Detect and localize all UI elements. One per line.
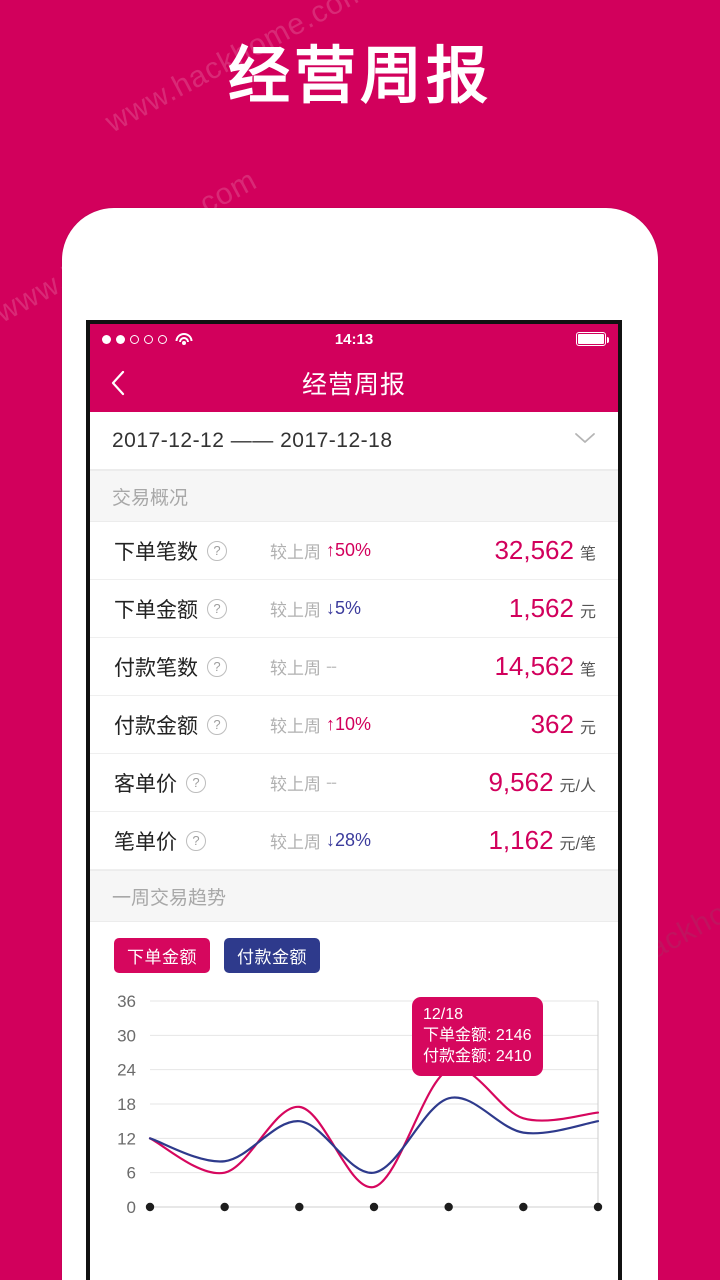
metric-unit: 元	[579, 604, 596, 621]
compare-label: 较上周	[270, 775, 321, 794]
metric-name-label: 付款笔数	[114, 656, 198, 680]
metric-name-label: 客单价	[114, 772, 177, 796]
metric-row[interactable]: 付款金额 ? 较上周 ↑10% 362 元	[90, 696, 618, 754]
nav-title: 经营周报	[301, 371, 406, 399]
status-bar: 14:13	[90, 324, 618, 354]
metric-unit: 元/笔	[559, 836, 596, 853]
chart-series-line	[148, 1096, 600, 1174]
metric-delta: --	[326, 656, 337, 676]
status-bar-right	[576, 332, 610, 346]
metric-delta: ↓5%	[326, 598, 362, 618]
metric-unit: 元/人	[559, 778, 596, 795]
metric-comparison: 较上周 ↑10%	[270, 712, 531, 737]
metric-value: 9,562	[488, 767, 554, 797]
question-circle-icon[interactable]: ?	[186, 772, 206, 793]
metric-unit: 笔	[579, 662, 596, 679]
metric-value-group: 1,162 元/笔	[488, 825, 596, 856]
legend-item-payment-amount[interactable]: 付款金额	[224, 938, 320, 973]
chart-legend: 下单金额 付款金额	[90, 922, 618, 977]
chart-series-line	[148, 1066, 600, 1189]
x-axis-point-marker[interactable]	[295, 1202, 304, 1212]
date-range-text: 2017-12-12 —— 2017-12-18	[112, 428, 393, 452]
question-circle-icon[interactable]: ?	[207, 656, 227, 677]
metric-delta: --	[326, 772, 337, 792]
x-axis-point-marker[interactable]	[593, 1202, 603, 1212]
y-axis-tick-label: 6	[127, 1164, 136, 1183]
chart-tooltip: 12/18 下单金额: 2146 付款金额: 2410	[412, 997, 543, 1077]
metric-name-label: 下单笔数	[114, 540, 198, 564]
metric-comparison: 较上周 --	[270, 654, 494, 679]
question-circle-icon[interactable]: ?	[186, 830, 206, 851]
x-axis-point-marker[interactable]	[519, 1202, 528, 1212]
page-title: 经营周报	[227, 42, 492, 111]
metric-name: 下单笔数 ?	[114, 536, 270, 566]
metric-value: 14,562	[494, 651, 574, 681]
x-axis-point-marker[interactable]	[444, 1202, 453, 1212]
metric-value-group: 362 元	[531, 709, 596, 740]
section-header-overview: 交易概况	[90, 470, 618, 522]
y-axis-tick-label: 36	[117, 992, 136, 1011]
phone-screen: 14:13 经营周报 2017-12-12 —— 2017-12-18 交易概况…	[86, 320, 622, 1280]
metric-delta: ↓28%	[326, 830, 372, 850]
question-circle-icon[interactable]: ?	[207, 540, 227, 561]
x-axis-point-marker[interactable]	[145, 1202, 155, 1212]
y-axis-tick-label: 18	[117, 1095, 136, 1114]
y-axis-tick-label: 12	[117, 1129, 136, 1148]
metric-value-group: 14,562 笔	[494, 651, 596, 682]
metric-delta: ↑50%	[326, 540, 372, 560]
metric-name: 下单金额 ?	[114, 594, 270, 624]
metric-value-group: 32,562 笔	[494, 535, 596, 566]
metric-name: 客单价 ?	[114, 768, 270, 798]
y-axis-tick-label: 24	[117, 1061, 136, 1080]
metric-name-label: 笔单价	[114, 830, 177, 854]
battery-full-icon	[576, 332, 610, 346]
metric-row[interactable]: 笔单价 ? 较上周 ↓28% 1,162 元/笔	[90, 812, 618, 870]
section-header-overview-label: 交易概况	[112, 487, 189, 509]
section-header-trend-label: 一周交易趋势	[112, 887, 227, 909]
metric-name: 付款笔数 ?	[114, 652, 270, 682]
metric-value: 1,162	[488, 825, 554, 855]
metric-name-label: 下单金额	[114, 598, 198, 622]
date-range-selector[interactable]: 2017-12-12 —— 2017-12-18	[90, 412, 618, 470]
metric-value: 32,562	[494, 535, 574, 565]
metric-comparison: 较上周 ↓5%	[270, 596, 509, 621]
question-circle-icon[interactable]: ?	[207, 598, 227, 619]
metric-row[interactable]: 付款笔数 ? 较上周 -- 14,562 笔	[90, 638, 618, 696]
chevron-down-icon	[574, 431, 596, 450]
y-axis-tick-label: 30	[117, 1026, 136, 1045]
metric-name: 付款金额 ?	[114, 710, 270, 740]
metric-name: 笔单价 ?	[114, 826, 270, 856]
legend-item-order-amount[interactable]: 下单金额	[114, 938, 210, 973]
metric-row[interactable]: 下单笔数 ? 较上周 ↑50% 32,562 笔	[90, 522, 618, 580]
compare-label: 较上周	[270, 833, 321, 852]
tooltip-order-amount: 下单金额: 2146	[423, 1027, 532, 1045]
metric-row[interactable]: 下单金额 ? 较上周 ↓5% 1,562 元	[90, 580, 618, 638]
x-axis-point-marker[interactable]	[220, 1202, 229, 1212]
metric-value-group: 1,562 元	[509, 593, 596, 624]
trend-chart[interactable]: 0 6 12 18 24 30 36 12/18 下单金额: 2146 付款金额: 2410	[90, 977, 618, 1241]
metric-value-group: 9,562 元/人	[488, 767, 596, 798]
status-bar-time: 14:13	[334, 330, 374, 348]
compare-label: 较上周	[270, 659, 321, 678]
metric-unit: 元	[579, 720, 596, 737]
metric-unit: 笔	[579, 546, 596, 563]
x-axis-point-marker[interactable]	[369, 1202, 379, 1212]
metric-comparison: 较上周 --	[270, 770, 488, 795]
metric-comparison: 较上周 ↑50%	[270, 538, 494, 563]
metric-row[interactable]: 客单价 ? 较上周 -- 9,562 元/人	[90, 754, 618, 812]
metric-value: 362	[530, 709, 574, 739]
y-axis-tick-label: 0	[127, 1198, 136, 1217]
compare-label: 较上周	[270, 717, 321, 736]
nav-bar: 经营周报	[90, 354, 618, 412]
metric-name-label: 付款金额	[114, 714, 198, 738]
question-circle-icon[interactable]: ?	[207, 714, 227, 735]
metric-comparison: 较上周 ↓28%	[270, 828, 488, 853]
metric-value: 1,562	[508, 593, 574, 623]
tooltip-payment-amount: 付款金额: 2410	[423, 1048, 532, 1066]
metric-delta: ↑10%	[326, 714, 372, 734]
compare-label: 较上周	[270, 543, 321, 562]
compare-label: 较上周	[270, 601, 321, 620]
section-header-trend: 一周交易趋势	[90, 870, 618, 922]
tooltip-date: 12/18	[423, 1006, 464, 1023]
